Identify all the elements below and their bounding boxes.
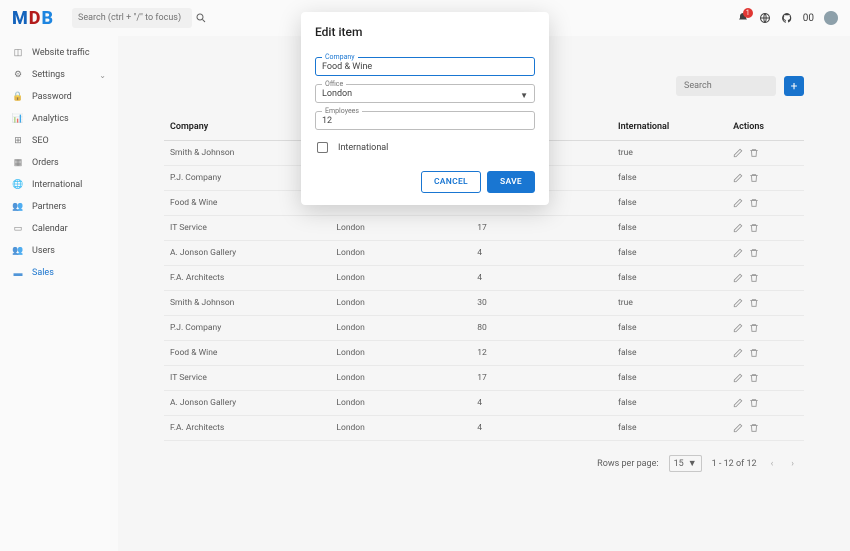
company-input[interactable] [322,62,528,72]
international-checkbox[interactable] [317,142,328,153]
edit-modal: Edit item Company Office ▼ Employees Int… [301,12,549,205]
modal-title: Edit item [315,25,535,39]
office-label: Office [322,80,346,88]
international-label: International [338,143,388,153]
employees-field[interactable]: Employees [315,111,535,130]
company-field[interactable]: Company [315,57,535,76]
employees-input[interactable] [322,116,528,126]
office-input[interactable] [322,89,528,99]
company-label: Company [322,53,358,61]
office-field[interactable]: Office ▼ [315,84,535,103]
employees-label: Employees [322,107,362,115]
save-button[interactable]: SAVE [487,171,535,193]
cancel-button[interactable]: CANCEL [421,171,481,193]
